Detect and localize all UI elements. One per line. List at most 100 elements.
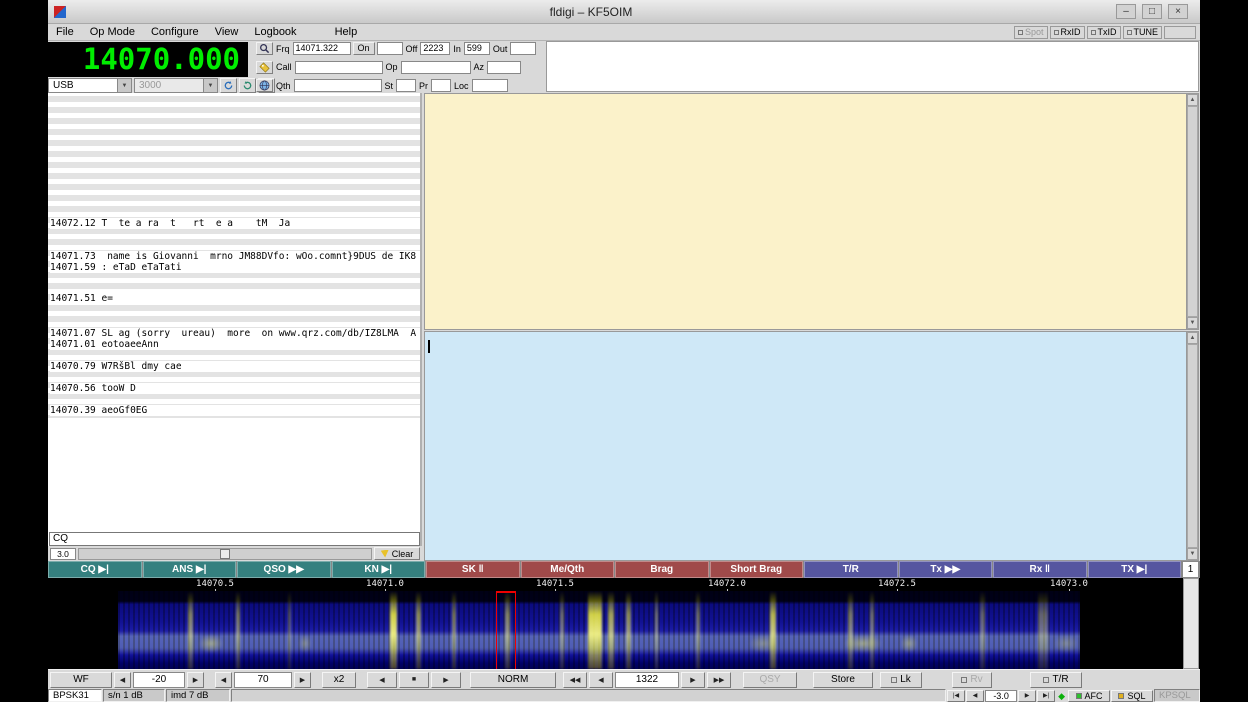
macro-button-sk[interactable]: SK ‖ (426, 561, 520, 578)
wf-lower-decrease-button[interactable]: ◀ (114, 672, 131, 688)
carrier-seek-left-button[interactable]: ◀◀ (563, 672, 587, 688)
tx-level-increase-button[interactable]: ▶ (1018, 690, 1036, 702)
wf-lower-increase-button[interactable]: ▶ (187, 672, 204, 688)
reload-button[interactable] (239, 78, 256, 93)
waterfall-display[interactable] (48, 591, 1183, 669)
toggle-blank[interactable] (1164, 26, 1196, 39)
scroll-down-icon[interactable]: ▼ (1187, 548, 1198, 560)
lock-button[interactable]: Lk (880, 672, 922, 688)
tx-level-last-button[interactable]: ▶| (1037, 690, 1055, 702)
macro-button-ans[interactable]: ANS ▶| (143, 561, 237, 578)
macro-button-cq[interactable]: CQ ▶| (48, 561, 142, 578)
browser-line-14071.51[interactable]: 14071.51 e= (50, 293, 420, 304)
op-field[interactable] (401, 61, 471, 74)
wf-range-decrease-button[interactable]: ◀ (215, 672, 232, 688)
macro-button-rx[interactable]: Rx ‖ (993, 561, 1087, 578)
close-button[interactable]: × (1168, 4, 1188, 19)
status-mode[interactable]: BPSK31 (48, 689, 102, 702)
chevron-down-icon[interactable]: ▼ (117, 79, 131, 92)
rx-scroll-thumb[interactable] (1187, 106, 1198, 317)
call-field[interactable] (295, 61, 383, 74)
browser-clear-button[interactable]: Clear (374, 547, 420, 560)
qth-field[interactable] (294, 79, 382, 92)
macro-button-me-qth[interactable]: Me/Qth (521, 561, 615, 578)
carrier-decrease-button[interactable]: ◀ (589, 672, 613, 688)
browser-line-14070.79[interactable]: 14070.79 W7RšBl dmy cae (50, 361, 420, 372)
scroll-down-icon[interactable]: ▼ (1187, 317, 1198, 329)
menu-item-logbook[interactable]: Logbook (246, 25, 304, 39)
locator-field[interactable] (472, 79, 508, 92)
carrier-frequency-value[interactable]: 1322 (615, 672, 679, 688)
menu-item-op-mode[interactable]: Op Mode (82, 25, 143, 39)
locator-map-button[interactable] (256, 79, 273, 92)
frequency-field[interactable]: 14071.322 (293, 42, 351, 55)
qsy-button[interactable]: QSY (743, 672, 797, 688)
reverse-button[interactable]: Rv (952, 672, 992, 688)
qrz-lookup-button[interactable] (256, 42, 273, 55)
browser-squelch-value[interactable]: 3.0 (50, 548, 76, 560)
wf-speed-button[interactable]: NORM (470, 672, 556, 688)
macro-button-brag[interactable]: Brag (615, 561, 709, 578)
menu-item-view[interactable]: View (207, 25, 247, 39)
restore-defaults-button[interactable] (220, 78, 237, 93)
macro-button-qso[interactable]: QSO ▶▶ (237, 561, 331, 578)
menu-item-file[interactable]: File (48, 25, 82, 39)
state-field[interactable] (396, 79, 416, 92)
tx-level-decrease-button[interactable]: ◀ (966, 690, 984, 702)
scroll-up-icon[interactable]: ▲ (1187, 94, 1198, 106)
wf-mode-button[interactable]: WF (50, 672, 112, 688)
browser-search-input[interactable]: CQ (49, 532, 420, 546)
tx-scroll-thumb[interactable] (1187, 344, 1198, 548)
wf-shift-right-button[interactable]: ▶ (431, 672, 461, 688)
minimize-button[interactable]: – (1116, 4, 1136, 19)
waterfall-cursor[interactable] (496, 591, 516, 669)
callsign-tag-button[interactable] (256, 61, 273, 74)
browser-line-14072.12[interactable]: 14072.12 T te a ra t rt e a tM Ja (50, 218, 420, 229)
slider-thumb[interactable] (220, 549, 230, 559)
wf-shift-left-button[interactable]: ◀ (367, 672, 397, 688)
kpsql-button[interactable]: KPSQL (1154, 689, 1200, 702)
province-field[interactable] (431, 79, 451, 92)
menu-item-help[interactable]: Help (327, 25, 366, 39)
tx-level-value[interactable]: -3.0 (985, 690, 1017, 702)
rx-scrollbar[interactable]: ▲ ▼ (1186, 94, 1198, 329)
tx-text-panel[interactable]: ▲ ▼ (424, 331, 1199, 561)
wf-zoom-button[interactable]: x2 (322, 672, 356, 688)
rst-in-field[interactable]: 599 (464, 42, 490, 55)
titlebar[interactable]: fldigi – KF5OIM – □ × (48, 0, 1200, 24)
toggle-txid[interactable]: TxID (1087, 26, 1121, 39)
chevron-down-icon[interactable]: ▼ (203, 79, 217, 92)
macro-button-t-r[interactable]: T/R (804, 561, 898, 578)
sql-button[interactable]: SQL (1111, 690, 1153, 702)
menu-item-configure[interactable]: Configure (143, 25, 207, 39)
bandwidth-select[interactable]: 3000 ▼ (134, 78, 218, 93)
browser-line-14071.07[interactable]: 14071.07 SL ag (sorry ureau) more on www… (50, 328, 420, 339)
store-button[interactable]: Store (813, 672, 873, 688)
carrier-increase-button[interactable]: ▶ (681, 672, 705, 688)
browser-line-14071.59[interactable]: 14071.59 : eTaD eTaTati (50, 262, 420, 273)
browser-line-14071.01[interactable]: 14071.01 eotoaeeAnn (50, 339, 420, 350)
rst-out-field[interactable] (510, 42, 536, 55)
macro-button-tx[interactable]: Tx ▶▶ (899, 561, 993, 578)
afc-button[interactable]: AFC (1068, 690, 1110, 702)
carrier-seek-right-button[interactable]: ▶▶ (707, 672, 731, 688)
browser-line-14070.39[interactable]: 14070.39 aeoGf0EG (50, 405, 420, 416)
browser-line-14071.73[interactable]: 14071.73 name is Giovanni mrno JM88DVfo:… (50, 251, 420, 262)
macro-button-tx[interactable]: TX ▶| (1088, 561, 1182, 578)
mode-select[interactable]: USB ▼ (48, 78, 132, 93)
maximize-button[interactable]: □ (1142, 4, 1162, 19)
time-off-field[interactable]: 2223 (420, 42, 450, 55)
browser-squelch-slider[interactable] (78, 548, 372, 560)
wf-range-value[interactable]: 70 (234, 672, 292, 688)
rx-text-panel[interactable]: ▲ ▼ (424, 93, 1199, 330)
macro-set-indicator[interactable]: 1 (1182, 561, 1199, 578)
tx-level-first-button[interactable]: |◀ (947, 690, 965, 702)
toggle-spot[interactable]: Spot (1014, 26, 1048, 39)
wf-pause-button[interactable]: ■ (399, 672, 429, 688)
macro-button-kn[interactable]: KN ▶| (332, 561, 426, 578)
time-on-field[interactable] (377, 42, 403, 55)
wf-lower-value[interactable]: -20 (133, 672, 185, 688)
browser-line-14070.56[interactable]: 14070.56 tooW D (50, 383, 420, 394)
az-field[interactable] (487, 61, 521, 74)
frequency-display[interactable]: 14070.000 (48, 42, 248, 77)
